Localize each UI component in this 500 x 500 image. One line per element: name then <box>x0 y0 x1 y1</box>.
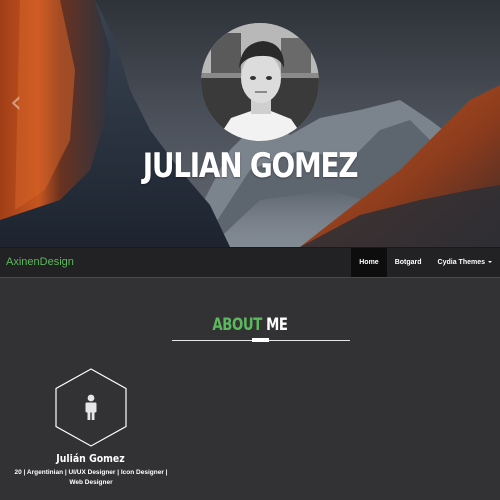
nav-item-label: Cydia Themes <box>437 259 485 266</box>
nav-item-home[interactable]: Home <box>351 248 387 277</box>
nav-menu: Home Botgard Cydia Themes <box>351 248 500 277</box>
person-name: Julián Gomez <box>56 452 125 465</box>
profile-avatar <box>201 23 319 141</box>
hexagon-frame <box>55 368 127 447</box>
top-navbar: AxinenDesign Home Botgard Cydia Themes <box>0 247 500 278</box>
nav-item-botgard[interactable]: Botgard <box>387 248 430 277</box>
user-icon <box>85 394 97 420</box>
profile-photo <box>201 23 319 141</box>
person-description: 20 | Argentinian | UI/UX Designer | Icon… <box>14 469 168 486</box>
carousel-prev-arrow[interactable]: ‹ <box>10 88 28 118</box>
brand-link[interactable]: AxinenDesign <box>6 248 74 277</box>
profile-hexagon <box>55 368 127 447</box>
caret-down-icon <box>488 261 492 264</box>
about-heading-rest: ME <box>266 315 288 335</box>
nav-item-cydia-themes[interactable]: Cydia Themes <box>430 248 500 277</box>
hero-banner: ‹ JULIAN GOMEZ <box>0 0 500 247</box>
about-heading-highlight: ABOUT <box>212 315 262 335</box>
nav-item-label: Botgard <box>394 259 422 266</box>
hero-name-heading: JULIAN GOMEZ <box>142 146 359 186</box>
about-heading: ABOUT ME <box>55 313 445 337</box>
nav-item-label: Home <box>359 259 379 266</box>
heading-divider-accent <box>252 338 269 342</box>
